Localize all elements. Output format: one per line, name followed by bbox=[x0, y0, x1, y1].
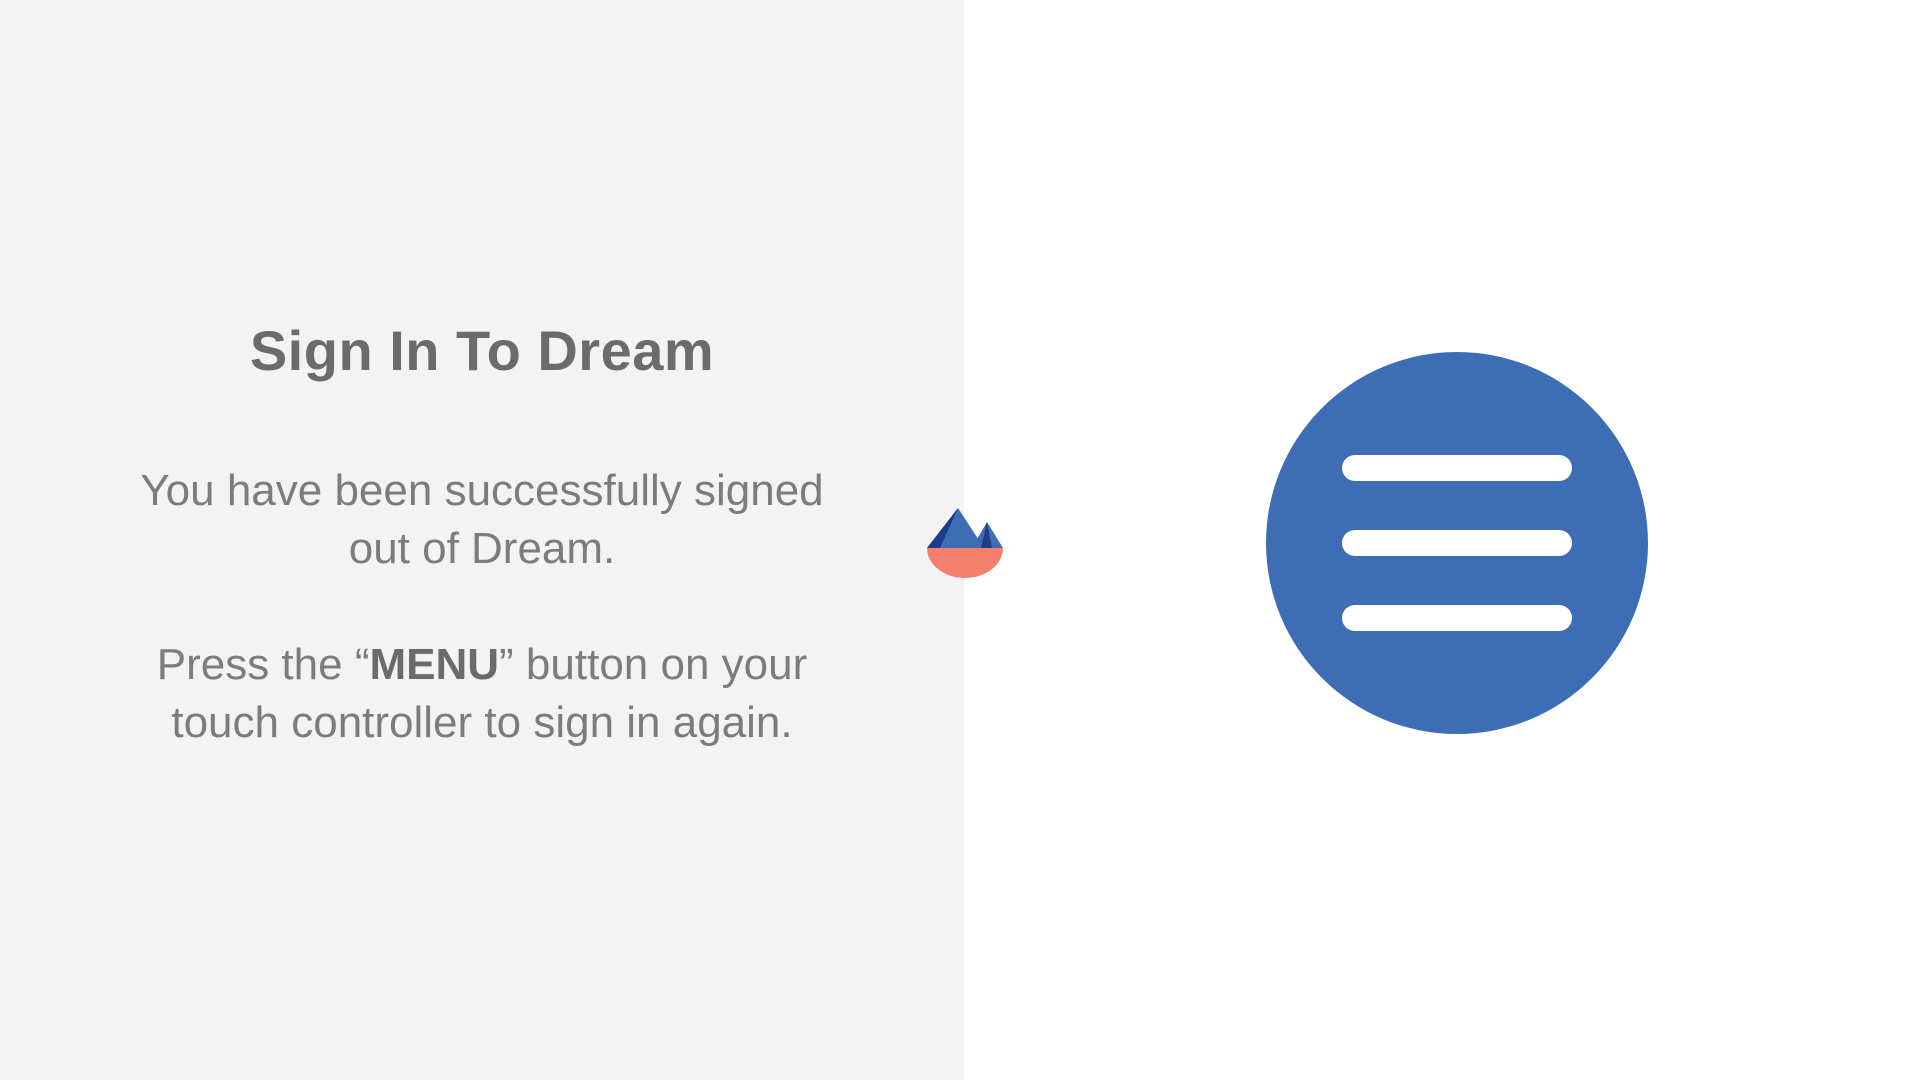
instruction-suffix: ” button on your bbox=[499, 640, 808, 689]
left-panel: Sign In To Dream You have been successfu… bbox=[0, 0, 964, 1080]
signed-out-message-line-2: out of Dream. bbox=[348, 524, 616, 573]
sign-out-screen: Sign In To Dream You have been successfu… bbox=[0, 0, 1920, 1080]
menu-button-name: MENU bbox=[369, 640, 500, 689]
instruction-line-1: Press the “MENU” button on your bbox=[90, 636, 874, 694]
menu-icon bbox=[1266, 352, 1648, 734]
dream-mountain-logo-icon bbox=[927, 508, 1003, 578]
signed-out-message: You have been successfully signed out of… bbox=[90, 462, 874, 578]
instruction-prefix: Press the “ bbox=[156, 640, 370, 689]
instruction-line-2: touch controller to sign in again. bbox=[171, 698, 793, 747]
sign-in-instruction: Press the “MENU” button on your touch co… bbox=[90, 636, 874, 752]
signed-out-message-line-1: You have been successfully signed bbox=[140, 466, 824, 515]
page-title: Sign In To Dream bbox=[249, 319, 715, 382]
